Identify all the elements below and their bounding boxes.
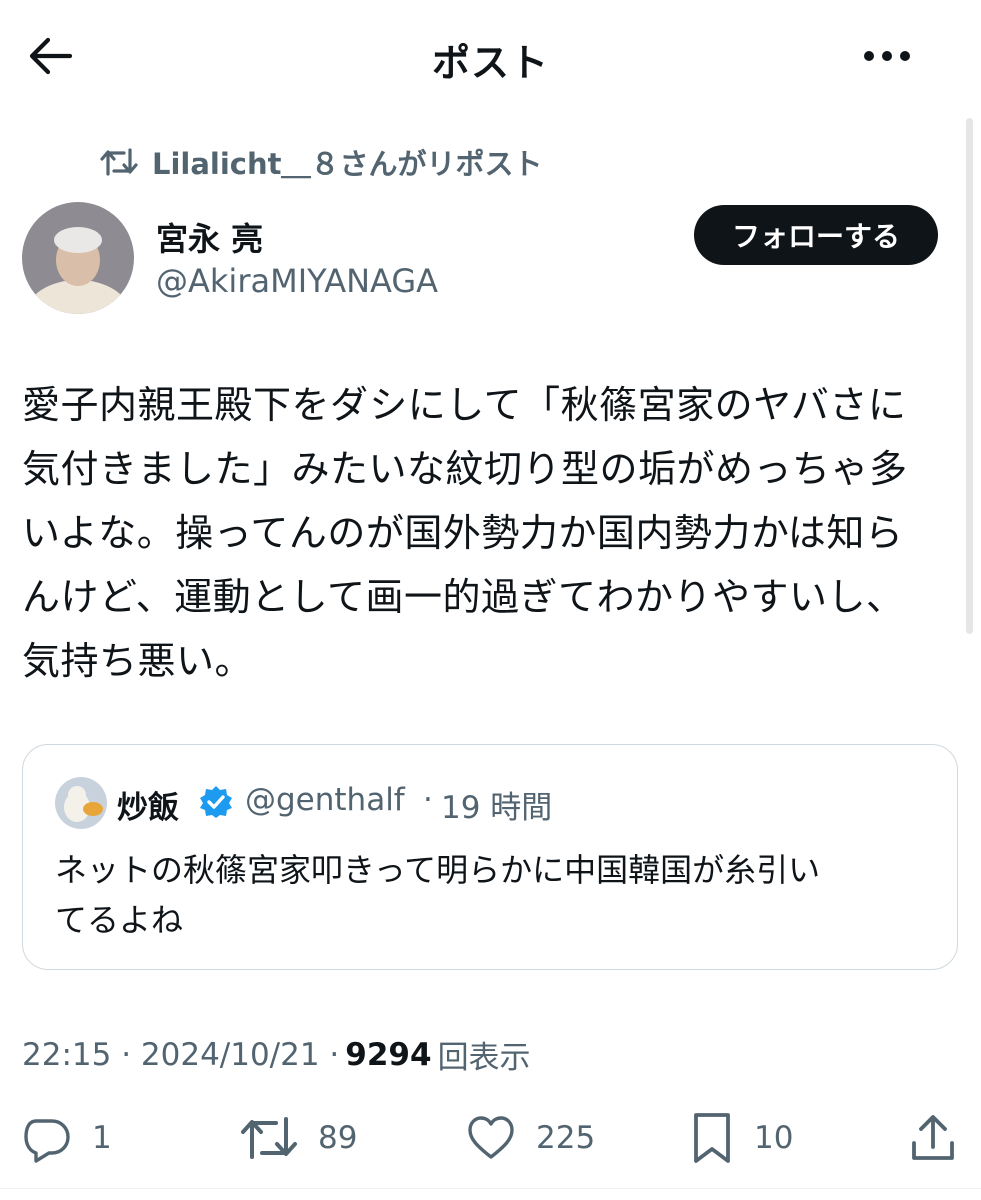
more-options-button[interactable]: [855, 34, 919, 78]
bookmark-count: 10: [754, 1120, 794, 1156]
views-count: 9294: [345, 1036, 432, 1073]
reply-count: 1: [92, 1120, 112, 1156]
repost-icon: [241, 1117, 297, 1159]
repost-icon: [100, 148, 138, 176]
author-handle[interactable]: @AkiraMIYANAGA: [156, 262, 438, 300]
divider: [0, 1188, 981, 1189]
quoted-post-time: 19 時間: [441, 790, 553, 826]
share-icon: [912, 1115, 954, 1160]
post-text-line: いよな。操ってんのが国外勢力か国内勢力かは知ら: [22, 511, 904, 555]
repost-count: 89: [318, 1120, 358, 1156]
page-title: ポスト: [431, 41, 549, 85]
top-bar: ポスト: [0, 0, 981, 110]
post-meta: 22:15 · 2024/10/21 · 9294 回表示: [22, 1032, 531, 1077]
more-dots-icon: [864, 51, 910, 61]
quoted-author-handle: @genthalf: [245, 782, 405, 818]
bookmark-icon: [694, 1113, 730, 1163]
post-text-line: 気付きました」みたいな紋切り型の垢がめっちゃ多: [22, 447, 908, 491]
quoted-post[interactable]: 炒飯 @genthalf · 19 時間 ネットの秋篠宮家叩きって明らかに中国韓…: [22, 744, 958, 970]
reply-button[interactable]: 1: [22, 1108, 112, 1168]
repost-text: Lilalicht＿８さんがリポスト: [152, 147, 543, 181]
quoted-post-text: ネットの秋篠宮家叩きって明らかに中国韓国が糸引い てるよね: [55, 845, 925, 945]
author-avatar[interactable]: [22, 202, 134, 314]
like-button[interactable]: 225: [466, 1108, 595, 1168]
action-bar: 1 89 225 10: [0, 1108, 981, 1168]
quoted-author-name: 炒飯: [117, 790, 179, 826]
separator-dot: ·: [423, 782, 433, 818]
repost-indicator[interactable]: Lilalicht＿８さんがリポスト: [100, 140, 543, 184]
quoted-text-line: ネットの秋篠宮家叩きって明らかに中国韓国が糸引い: [55, 851, 821, 889]
post-text-line: んけど、運動として画一的過ぎてわかりやすいし、: [22, 575, 905, 619]
quoted-text-line: てるよね: [55, 901, 184, 939]
verified-badge-icon: [199, 785, 233, 823]
share-button[interactable]: [910, 1108, 956, 1168]
like-count: 225: [536, 1120, 596, 1156]
bookmark-button[interactable]: 10: [690, 1108, 793, 1168]
repost-button[interactable]: 89: [240, 1108, 357, 1168]
heart-icon: [468, 1116, 514, 1159]
scrollbar[interactable]: [966, 118, 973, 634]
follow-button[interactable]: フォローする: [694, 205, 938, 265]
views-label: 回表示: [437, 1040, 531, 1076]
post-text-line: 愛子内親王殿下をダシにして「秋篠宮家のヤバさに: [22, 383, 907, 427]
post-text: 愛子内親王殿下をダシにして「秋篠宮家のヤバさに 気付きました」みたいな紋切り型の…: [22, 373, 957, 693]
quoted-author-avatar: [55, 777, 107, 829]
reply-icon: [24, 1119, 70, 1163]
author-name[interactable]: 宮永 亮: [156, 214, 263, 260]
post-timestamp[interactable]: 22:15 · 2024/10/21 ·: [22, 1037, 339, 1073]
post-text-line: 気持ち悪い。: [22, 639, 254, 683]
